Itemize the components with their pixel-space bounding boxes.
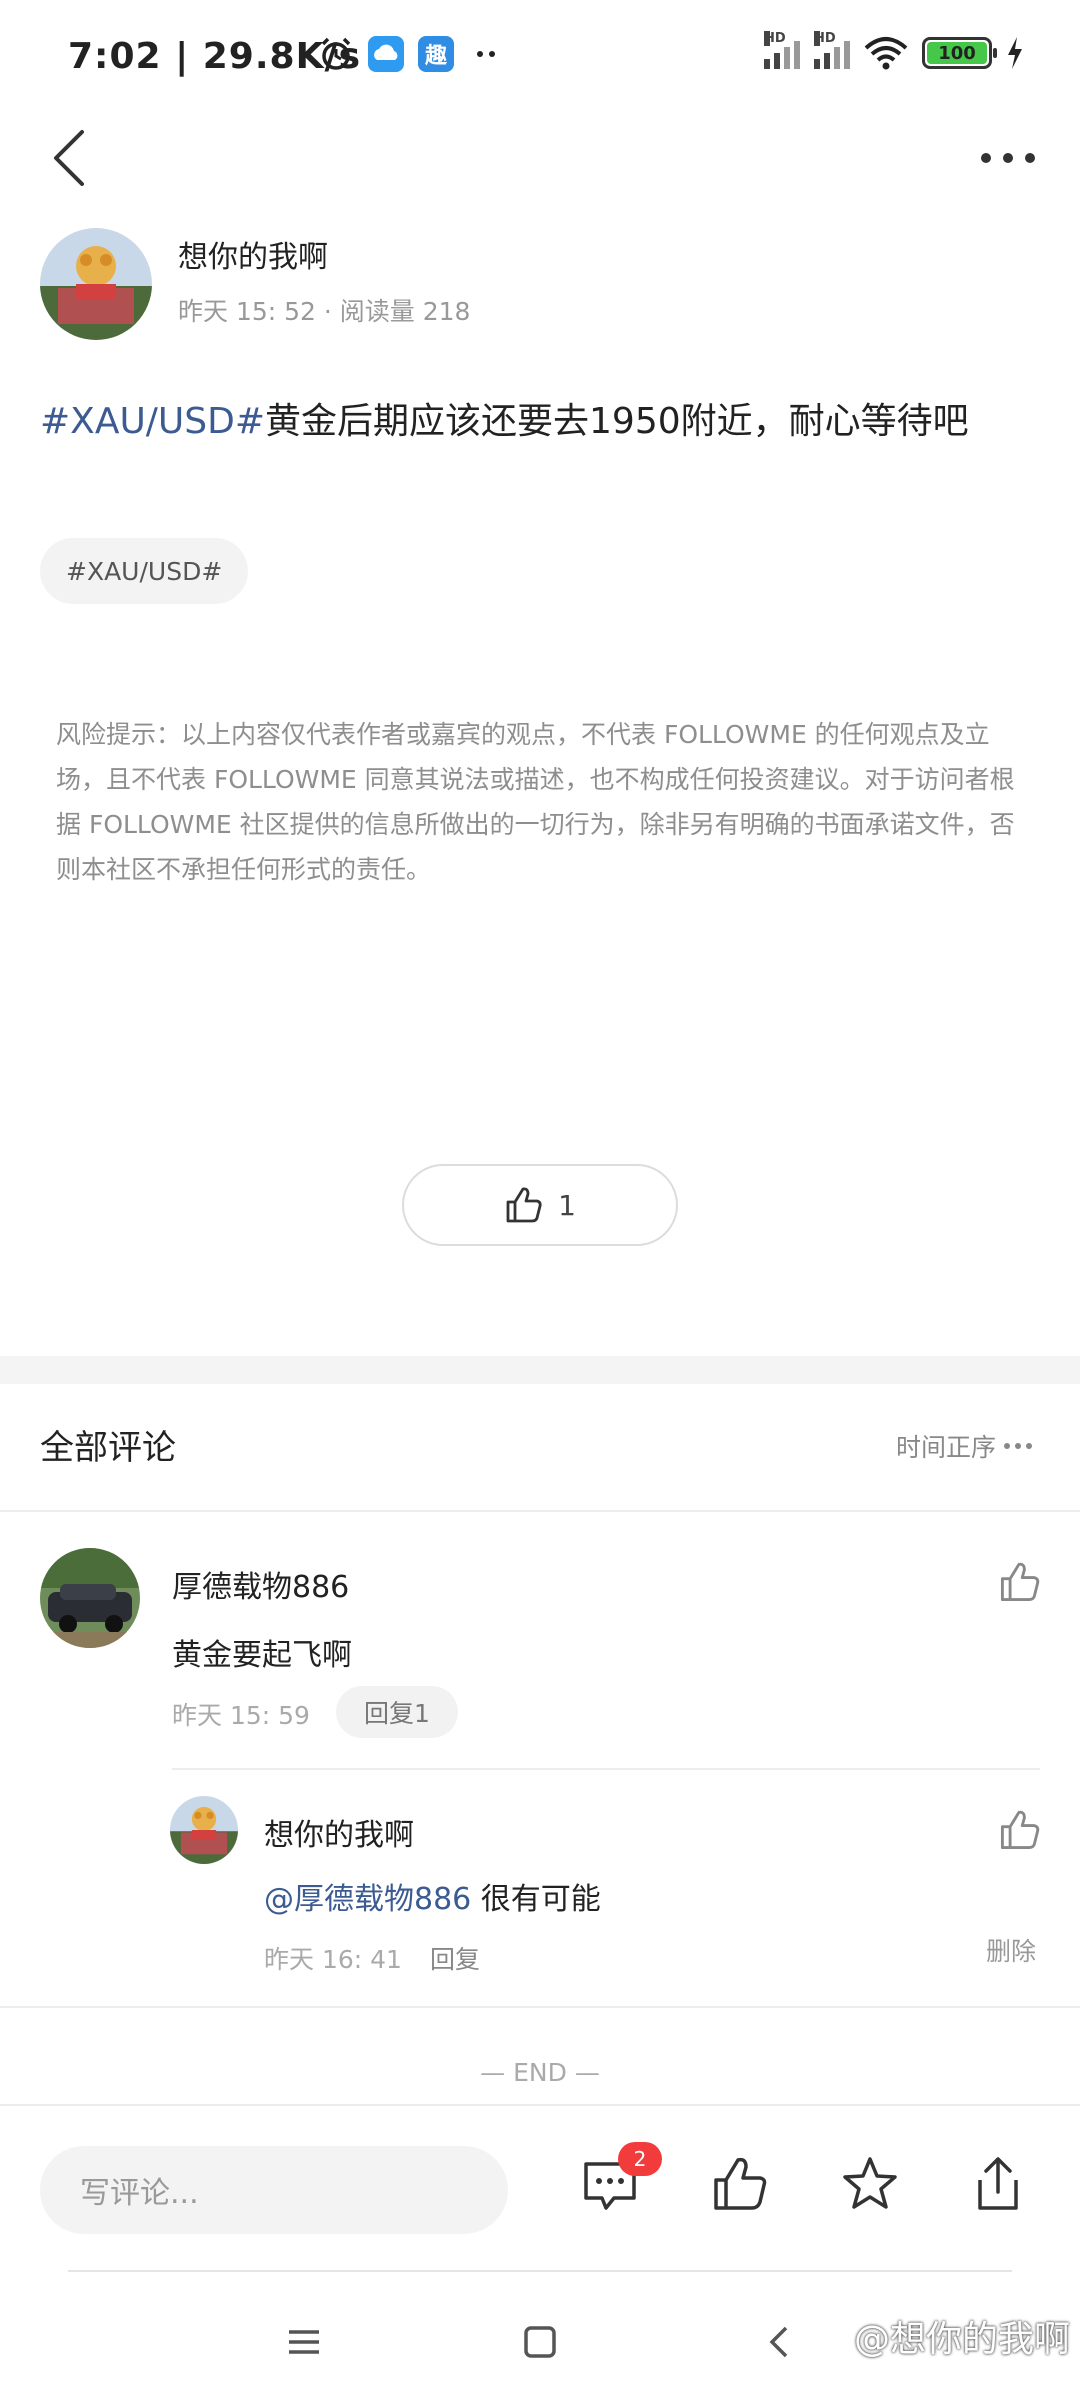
- topic-tag-pill[interactable]: #XAU/USD#: [40, 538, 249, 604]
- author-avatar[interactable]: [40, 228, 152, 340]
- post-like-count: 1: [558, 1188, 576, 1222]
- status-bar: 7:02 | 29.8K/s 趣 HD HD 100: [0, 0, 1080, 110]
- share-icon[interactable]: [968, 2154, 1028, 2214]
- delete-reply-button[interactable]: 删除: [986, 1932, 1036, 1968]
- comment-text: 黄金要起飞啊: [172, 1638, 352, 1673]
- more-options-icon[interactable]: [976, 140, 1040, 176]
- menu-icon[interactable]: [286, 2324, 322, 2360]
- comment-count-badge: 2: [618, 2142, 662, 2176]
- comment-time: 昨天 15: 59: [172, 1701, 310, 1730]
- comments-header-divider: [0, 1510, 1080, 1512]
- post-hashtag-link[interactable]: #XAU/USD#: [40, 401, 265, 442]
- bottom-action-bar: 写评论... 2: [0, 2104, 1080, 2284]
- reply-text: @厚德载物886 很有可能: [264, 1874, 601, 1918]
- back-icon[interactable]: [48, 128, 92, 188]
- commenter-avatar[interactable]: [40, 1548, 140, 1648]
- post-like-button[interactable]: 1: [402, 1164, 678, 1246]
- sort-more-icon: [1004, 1443, 1032, 1449]
- sort-label: 时间正序: [895, 1433, 996, 1462]
- comments-end-divider: [0, 2006, 1080, 2008]
- back-nav-icon[interactable]: [766, 2324, 794, 2360]
- like-icon[interactable]: [710, 2154, 770, 2214]
- signal-1-icon: HD: [764, 31, 800, 69]
- star-favorite-icon[interactable]: [840, 2154, 900, 2214]
- cloud-app-icon: [368, 36, 404, 72]
- comment-sort-button[interactable]: 时间正序: [896, 1428, 1034, 1464]
- post-body: #XAU/USD#黄金后期应该还要去1950附近，耐心等待吧: [40, 396, 1040, 448]
- post-body-text: 黄金后期应该还要去1950附近，耐心等待吧: [265, 401, 969, 442]
- section-divider: [0, 1356, 1080, 1384]
- reply-author-name[interactable]: 想你的我啊: [264, 1810, 414, 1854]
- qu-app-icon: 趣: [418, 36, 454, 72]
- status-right-icons: HD HD 100: [764, 31, 1024, 70]
- reply-divider: [172, 1768, 1040, 1770]
- alarm-icon: [321, 37, 351, 70]
- comment-reply-button[interactable]: 回复1: [336, 1686, 458, 1738]
- author-name[interactable]: 想你的我啊: [178, 232, 328, 276]
- risk-disclaimer: 风险提示：以上内容仅代表作者或嘉宾的观点，不代表 FOLLOWME 的任何观点及…: [56, 720, 1015, 884]
- thumbs-up-icon: [506, 1187, 542, 1223]
- commenter-name[interactable]: 厚德载物886: [172, 1562, 349, 1606]
- reply-author-avatar[interactable]: [170, 1796, 238, 1864]
- wifi-icon: [864, 37, 908, 70]
- reply-mention-link[interactable]: @厚德载物886: [264, 1882, 471, 1917]
- charging-icon: [1008, 37, 1022, 69]
- bottom-divider: [68, 2270, 1012, 2272]
- comment-input[interactable]: 写评论...: [40, 2146, 508, 2234]
- reply-time: 昨天 16: 41: [264, 1945, 402, 1974]
- watermark: @想你的我啊: [853, 2319, 1070, 2360]
- end-marker: — END —: [480, 2058, 600, 2087]
- post-meta: 昨天 15: 52 · 阅读量 218: [178, 297, 471, 326]
- home-icon[interactable]: [522, 2324, 558, 2360]
- reply-reply-button[interactable]: 回复: [430, 1940, 480, 1976]
- reply-body-text: 很有可能: [471, 1882, 601, 1917]
- battery-icon: 100: [922, 37, 997, 69]
- comment-like-icon[interactable]: [998, 1560, 1042, 1604]
- reply-like-icon[interactable]: [998, 1808, 1042, 1852]
- signal-2-icon: HD: [814, 31, 850, 69]
- comments-title: 全部评论: [40, 1428, 176, 1468]
- more-notifications-icon: [477, 51, 495, 57]
- status-app-icons: 趣: [318, 36, 504, 72]
